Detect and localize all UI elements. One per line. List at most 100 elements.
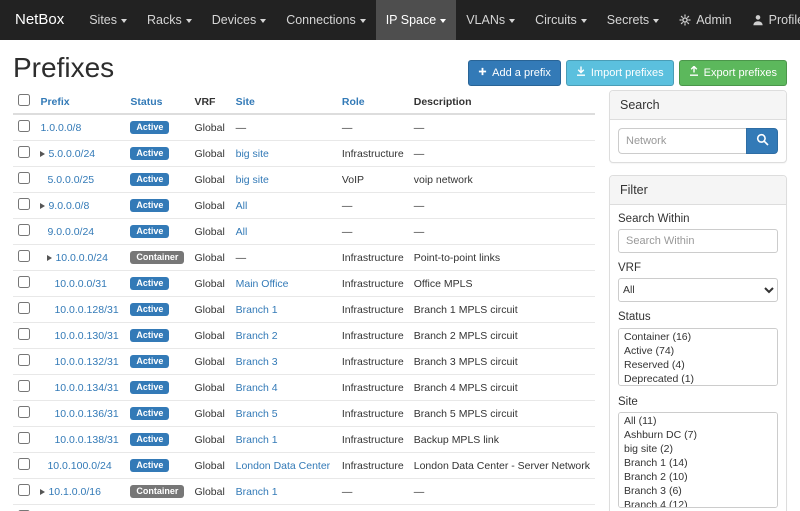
table-row: 10.0.0.138/31ActiveGlobalBranch 1Infrast…: [13, 427, 595, 453]
description-cell: —: [409, 141, 595, 167]
nav-item-profile[interactable]: Profile: [742, 0, 800, 40]
vrf-select[interactable]: All: [618, 278, 778, 302]
row-checkbox[interactable]: [18, 146, 30, 158]
prefix-link[interactable]: 9.0.0.0/24: [47, 226, 94, 238]
nav-item-connections[interactable]: Connections: [276, 0, 376, 40]
nav-item-secrets[interactable]: Secrets: [597, 0, 669, 40]
row-checkbox[interactable]: [18, 302, 30, 314]
nav-item-ip-space[interactable]: IP Space: [376, 0, 457, 40]
search-button[interactable]: [746, 128, 778, 154]
site-link[interactable]: Branch 3: [236, 356, 278, 368]
prefix-link[interactable]: 10.0.0.138/31: [54, 434, 118, 446]
description-cell: —: [409, 479, 595, 505]
nav-item-devices[interactable]: Devices: [202, 0, 276, 40]
filter-option[interactable]: All (11): [620, 414, 776, 428]
table-row: 9.0.0.0/24ActiveGlobalAll——: [13, 219, 595, 245]
description-cell: London Data Center - Server Network: [409, 453, 595, 479]
prefix-link[interactable]: 1.0.0.0/8: [40, 122, 81, 134]
prefix-link[interactable]: 10.0.0.128/31: [54, 304, 118, 316]
description-cell: voip network: [409, 167, 595, 193]
add-prefix-button[interactable]: Add a prefix: [468, 60, 561, 86]
import-prefixes-button[interactable]: Import prefixes: [566, 60, 674, 86]
site-link[interactable]: Branch 5: [236, 408, 278, 420]
export-prefixes-button[interactable]: Export prefixes: [679, 60, 787, 86]
column-header-status[interactable]: Status: [125, 90, 189, 114]
caret-down-icon: [509, 19, 515, 23]
prefix-link[interactable]: 10.0.0.134/31: [54, 382, 118, 394]
site-link[interactable]: Branch 1: [236, 434, 278, 446]
site-link[interactable]: Branch 4: [236, 382, 278, 394]
prefix-link[interactable]: 5.0.0.0/24: [48, 148, 95, 160]
status-badge: Active: [130, 121, 169, 135]
filter-option[interactable]: Reserved (4): [620, 358, 776, 372]
prefix-link[interactable]: 5.0.0.0/25: [47, 174, 94, 186]
site-link[interactable]: Branch 1: [236, 304, 278, 316]
status-badge: Active: [130, 329, 169, 343]
filter-option[interactable]: Branch 1 (14): [620, 456, 776, 470]
table-row: 10.0.0.136/31ActiveGlobalBranch 5Infrast…: [13, 401, 595, 427]
row-checkbox[interactable]: [18, 458, 30, 470]
site-link[interactable]: Branch 1: [236, 486, 278, 498]
nav-item-racks[interactable]: Racks: [137, 0, 202, 40]
nav-item-sites[interactable]: Sites: [79, 0, 137, 40]
role-cell: VoIP: [337, 167, 409, 193]
prefix-table: PrefixStatusVRFSiteRoleDescription 1.0.0…: [13, 90, 595, 511]
row-checkbox[interactable]: [18, 432, 30, 444]
status-select[interactable]: Container (16)Active (74)Reserved (4)Dep…: [618, 328, 778, 386]
filter-option[interactable]: Branch 2 (10): [620, 470, 776, 484]
prefix-link[interactable]: 10.0.0.130/31: [54, 330, 118, 342]
site-link[interactable]: London Data Center: [236, 460, 331, 472]
filter-option[interactable]: Ashburn DC (7): [620, 428, 776, 442]
prefix-link[interactable]: 10.0.0.136/31: [54, 408, 118, 420]
filter-option[interactable]: Active (74): [620, 344, 776, 358]
nav-item-circuits[interactable]: Circuits: [525, 0, 597, 40]
search-input[interactable]: [618, 128, 746, 154]
row-checkbox[interactable]: [18, 380, 30, 392]
vrf-cell: Global: [189, 323, 230, 349]
prefix-link[interactable]: 10.0.0.0/24: [55, 252, 108, 264]
column-header-site[interactable]: Site: [231, 90, 337, 114]
filter-option[interactable]: Deprecated (1): [620, 372, 776, 386]
site-link[interactable]: big site: [236, 148, 269, 160]
import-prefixes-label: Import prefixes: [591, 67, 664, 80]
search-within-input[interactable]: [618, 229, 778, 253]
prefix-link[interactable]: 10.0.100.0/24: [47, 460, 111, 472]
site-select[interactable]: All (11)Ashburn DC (7)big site (2)Branch…: [618, 412, 778, 508]
row-checkbox[interactable]: [18, 354, 30, 366]
prefix-link[interactable]: 10.0.0.0/31: [54, 278, 107, 290]
row-checkbox[interactable]: [18, 198, 30, 210]
site-cell: big site: [231, 167, 337, 193]
prefix-link[interactable]: 9.0.0.0/8: [48, 200, 89, 212]
prefix-link[interactable]: 10.1.0.0/16: [48, 486, 101, 498]
site-cell: All: [231, 219, 337, 245]
site-link[interactable]: big site: [236, 174, 269, 186]
column-header-role[interactable]: Role: [337, 90, 409, 114]
row-checkbox[interactable]: [18, 328, 30, 340]
filter-option[interactable]: big site (2): [620, 442, 776, 456]
table-row: 5.0.0.0/24ActiveGlobalbig siteInfrastruc…: [13, 141, 595, 167]
filter-option[interactable]: Branch 4 (12): [620, 498, 776, 508]
nav-item-vlans[interactable]: VLANs: [456, 0, 525, 40]
row-checkbox[interactable]: [18, 484, 30, 496]
row-checkbox[interactable]: [18, 224, 30, 236]
role-cell: Infrastructure: [337, 297, 409, 323]
site-link[interactable]: Branch 2: [236, 330, 278, 342]
row-checkbox[interactable]: [18, 250, 30, 262]
select-all-checkbox[interactable]: [18, 94, 30, 106]
row-checkbox[interactable]: [18, 172, 30, 184]
filter-option[interactable]: Container (16): [620, 330, 776, 344]
filter-option[interactable]: Branch 3 (6): [620, 484, 776, 498]
site-link[interactable]: All: [236, 200, 248, 212]
prefix-link[interactable]: 10.0.0.132/31: [54, 356, 118, 368]
row-checkbox[interactable]: [18, 406, 30, 418]
table-row: 1.0.0.0/8ActiveGlobal———: [13, 114, 595, 141]
description-cell: Point-to-point links: [409, 245, 595, 271]
row-checkbox[interactable]: [18, 276, 30, 288]
nav-item-admin[interactable]: Admin: [669, 0, 741, 40]
column-header-prefix[interactable]: Prefix: [35, 90, 125, 114]
row-checkbox[interactable]: [18, 120, 30, 132]
app-brand[interactable]: NetBox: [0, 0, 79, 40]
site-link[interactable]: Main Office: [236, 278, 289, 290]
site-link[interactable]: All: [236, 226, 248, 238]
status-badge: Active: [130, 173, 169, 187]
